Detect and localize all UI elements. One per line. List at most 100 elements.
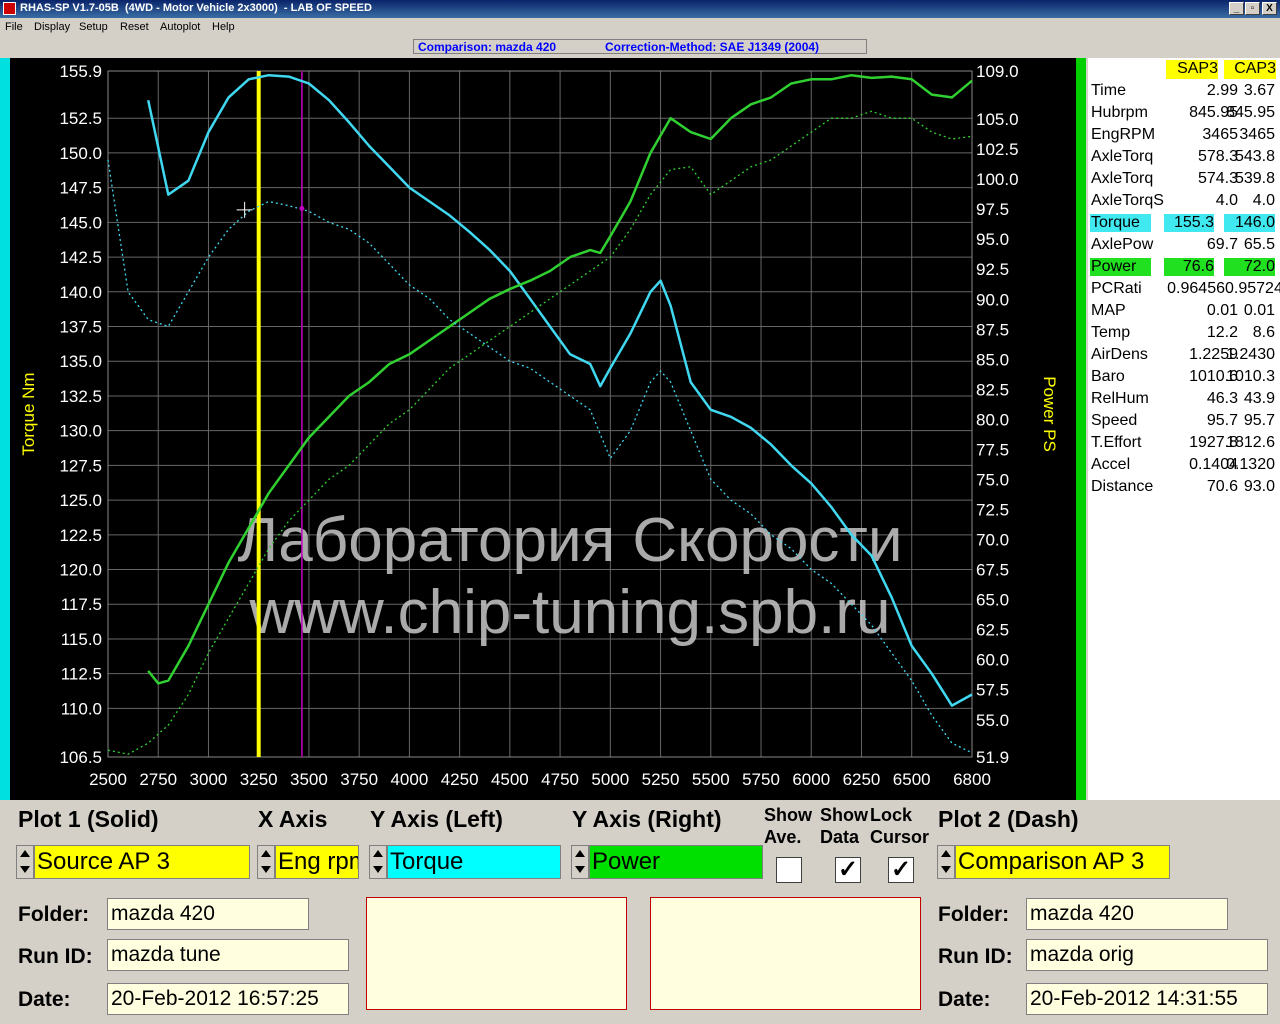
run2-folder-label: Folder: bbox=[938, 903, 1010, 926]
table-row: AxleTorq 574.3 539.8 bbox=[1088, 168, 1280, 190]
y-left-tick-label: 155.9 bbox=[59, 62, 102, 81]
row-value-cap3: 146.0 bbox=[1224, 214, 1275, 232]
y-left-tick-label: 152.5 bbox=[59, 109, 102, 128]
y-right-tick-label: 102.5 bbox=[976, 140, 1019, 159]
x-tick-label: 3250 bbox=[240, 770, 278, 789]
plot1-label: Plot 1 (Solid) bbox=[18, 806, 159, 832]
dyno-plot[interactable]: 2500 2750 3000 3250 3500 3750 4000 4250 4500 4750… bbox=[10, 58, 1076, 800]
table-row: AxlePow 69.7 65.5 bbox=[1088, 234, 1280, 256]
run1-runid-field[interactable]: mazda tune bbox=[107, 939, 349, 971]
plot1-spinner[interactable] bbox=[16, 845, 34, 879]
row-name: T.Effort bbox=[1091, 434, 1142, 451]
yright-select[interactable]: Power bbox=[589, 845, 763, 879]
menu-help[interactable]: Help bbox=[212, 21, 235, 33]
x-tick-label: 4250 bbox=[441, 770, 479, 789]
x-tick-label: 4500 bbox=[491, 770, 529, 789]
column-header-cap3: CAP3 bbox=[1224, 60, 1276, 79]
close-button[interactable]: X bbox=[1262, 2, 1277, 15]
y-right-tick-label: 80.0 bbox=[976, 410, 1009, 429]
table-row: AxleTorq 578.3 543.8 bbox=[1088, 146, 1280, 168]
table-row: Temp 12.2 8.6 bbox=[1088, 322, 1280, 344]
run1-folder-field[interactable]: mazda 420 bbox=[107, 898, 309, 930]
table-row: Hubrpm 845.95 845.95 bbox=[1088, 102, 1280, 124]
x-tick-label: 4000 bbox=[390, 770, 428, 789]
xaxis-label: X Axis bbox=[258, 806, 328, 832]
row-value-cap3: 543.8 bbox=[1234, 148, 1275, 165]
right-color-bar bbox=[1076, 58, 1086, 800]
y-left-tick-label: 145.0 bbox=[59, 213, 102, 232]
table-row: Torque 155.3 146.0 bbox=[1088, 212, 1280, 234]
y-right-tick-label: 109.0 bbox=[976, 62, 1019, 81]
show-data-checkbox[interactable]: ✓ bbox=[835, 857, 861, 883]
row-value-cap3: 1010.3 bbox=[1226, 368, 1275, 385]
lock-cursor-checkbox[interactable]: ✓ bbox=[888, 857, 914, 883]
menu-setup[interactable]: Setup bbox=[79, 21, 108, 33]
yright-spinner[interactable] bbox=[571, 845, 589, 879]
plot-frame bbox=[107, 70, 973, 758]
run1-date-label: Date: bbox=[18, 988, 71, 1011]
maximize-button[interactable]: ▫ bbox=[1245, 2, 1260, 15]
run2-folder-field[interactable]: mazda 420 bbox=[1026, 898, 1228, 930]
y-right-tick-label: 65.0 bbox=[976, 591, 1009, 610]
plot2-select[interactable]: Comparison AP 3 bbox=[955, 845, 1170, 879]
table-row: Distance 70.6 93.0 bbox=[1088, 476, 1280, 498]
row-name: Time bbox=[1091, 82, 1126, 99]
row-value-cap3: 93.0 bbox=[1243, 478, 1275, 495]
run2-runid-field[interactable]: mazda orig bbox=[1026, 939, 1268, 971]
row-name: AxleTorq bbox=[1091, 170, 1154, 187]
y-left-tick-label: 132.5 bbox=[59, 387, 102, 406]
y-left-tick-label: 137.5 bbox=[59, 318, 102, 337]
show-ave-checkbox[interactable] bbox=[776, 857, 802, 883]
y-right-tick-label: 55.0 bbox=[976, 711, 1009, 730]
chart-svg[interactable]: 2500 2750 3000 3250 3500 3750 4000 4250 4500 4750… bbox=[10, 58, 1076, 800]
table-row: Speed 95.7 95.7 bbox=[1088, 410, 1280, 432]
row-value-cap3: 65.5 bbox=[1243, 236, 1275, 253]
run2-runid-label: Run ID: bbox=[938, 945, 1013, 968]
table-row: RelHum 46.3 43.9 bbox=[1088, 388, 1280, 410]
yleft-select[interactable]: Torque bbox=[387, 845, 561, 879]
menu-display[interactable]: Display bbox=[34, 21, 70, 33]
torque-dash-series bbox=[107, 159, 973, 754]
y-right-tick-label: 97.5 bbox=[976, 200, 1009, 219]
plot1-select[interactable]: Source AP 3 bbox=[34, 845, 250, 879]
y-left-tick-label: 122.5 bbox=[59, 526, 102, 545]
row-name: Torque bbox=[1090, 214, 1151, 232]
row-name: AxleTorq bbox=[1091, 148, 1154, 165]
row-name: EngRPM bbox=[1091, 126, 1156, 143]
row-name: Speed bbox=[1091, 412, 1138, 429]
minimize-button[interactable]: _ bbox=[1229, 2, 1244, 15]
y-left-tick-label: 110.0 bbox=[61, 699, 102, 718]
run2-date-field[interactable]: 20-Feb-2012 14:31:55 bbox=[1026, 983, 1268, 1015]
run1-date-field[interactable]: 20-Feb-2012 16:57:25 bbox=[107, 983, 349, 1015]
row-value-cap3: 1812.6 bbox=[1226, 434, 1275, 451]
xaxis-select[interactable]: Eng rpm bbox=[275, 845, 359, 879]
y-right-tick-label: 77.5 bbox=[976, 440, 1009, 459]
xaxis-spinner[interactable] bbox=[257, 845, 275, 879]
y-left-tick-label: 147.5 bbox=[59, 179, 102, 198]
row-value-cap3: 8.6 bbox=[1252, 324, 1275, 341]
table-row: AxleTorqS 4.0 4.0 bbox=[1088, 190, 1280, 212]
row-value-cap3: 3.67 bbox=[1243, 82, 1275, 99]
yleft-spinner[interactable] bbox=[369, 845, 387, 879]
row-value-cap3: 4.0 bbox=[1252, 192, 1275, 209]
row-value-cap3: 95.7 bbox=[1243, 412, 1275, 429]
plot2-spinner[interactable] bbox=[937, 845, 955, 879]
y-right-tick-label: 57.5 bbox=[976, 681, 1009, 700]
table-row: Time 2.99 3.67 bbox=[1088, 80, 1280, 102]
row-value-sap3: 155.3 bbox=[1164, 214, 1214, 232]
table-header: SAP3 CAP3 bbox=[1088, 58, 1280, 80]
y-right-tick-label: 75.0 bbox=[976, 470, 1009, 489]
column-header-sap3: SAP3 bbox=[1166, 60, 1218, 79]
data-table: SAP3 CAP3 Time 2.99 3.67 Hubrpm 845.95 845.95 En… bbox=[1088, 58, 1280, 800]
row-value-cap3: 0.1320 bbox=[1226, 456, 1275, 473]
y-right-tick-label: 95.0 bbox=[976, 230, 1009, 249]
notes-box-2[interactable] bbox=[650, 897, 921, 1010]
notes-box-1[interactable] bbox=[366, 897, 627, 1010]
y-right-tick-label: 72.5 bbox=[976, 501, 1009, 520]
menu-reset[interactable]: Reset bbox=[120, 21, 149, 33]
x-tick-label: 6500 bbox=[893, 770, 931, 789]
y-right-tick-label: 92.5 bbox=[976, 260, 1009, 279]
menu-autoplot[interactable]: Autoplot bbox=[160, 21, 200, 33]
y-left-tick-label: 117.5 bbox=[61, 595, 102, 614]
menu-file[interactable]: File bbox=[5, 21, 23, 33]
